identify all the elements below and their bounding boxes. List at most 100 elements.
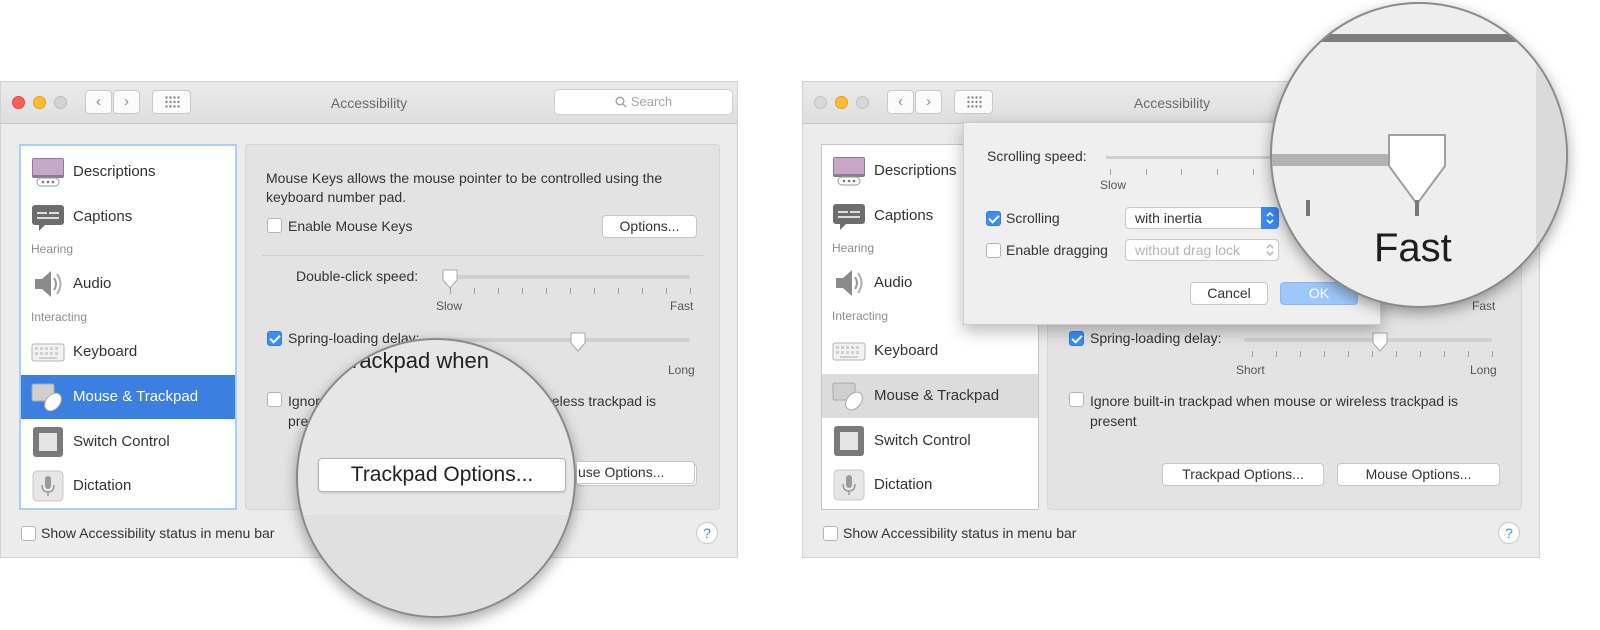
sidebar-item-captions[interactable]: Captions [21, 195, 235, 239]
tick-mark [1217, 169, 1219, 175]
mouse-options-button-partial[interactable]: use Options... [577, 461, 695, 484]
spring-loading-checkbox[interactable] [267, 331, 282, 346]
magnifier-right-edge [1536, 44, 1566, 306]
divider [262, 255, 703, 256]
tick-mark [1420, 351, 1421, 357]
tick-mark [690, 288, 691, 294]
scrolling-speed-slider[interactable] [1386, 132, 1448, 208]
enable-mouse-keys-label: Enable Mouse Keys [288, 218, 413, 234]
ignore-trackpad-checkbox[interactable] [267, 392, 282, 407]
help-button[interactable]: ? [1498, 522, 1520, 544]
sidebar-item-label: Descriptions [874, 162, 957, 179]
drag-lock-popup[interactable]: without drag lock [1125, 239, 1279, 261]
sidebar-item-dictation[interactable]: Dictation [21, 464, 235, 508]
captions-icon [32, 205, 64, 231]
sidebar-header-hearing: Hearing [832, 241, 875, 255]
popup-arrows [1261, 239, 1279, 261]
double-click-speed-label: Double-click speed: [296, 268, 419, 284]
zoom-window-button[interactable] [54, 96, 67, 109]
enable-dragging-checkbox[interactable] [986, 243, 1001, 258]
spring-loading-track [1244, 338, 1492, 342]
sidebar-item-descriptions[interactable]: Descriptions [21, 150, 235, 194]
scrolling-label: Scrolling [1006, 210, 1060, 226]
scrolling-inertia-popup[interactable]: with inertia [1125, 207, 1279, 229]
tick-mark [522, 288, 523, 294]
sidebar-item-label: Audio [874, 274, 913, 291]
close-window-button[interactable] [12, 96, 25, 109]
chevron-left-icon: ‹ [898, 93, 903, 110]
title-bar: ‹ › Accessibility Search [1, 82, 737, 124]
double-click-speed-slider[interactable] [442, 269, 458, 289]
sidebar-item-keyboard[interactable]: Keyboard [21, 330, 235, 374]
search-field[interactable]: Search [554, 89, 733, 115]
spring-loading-slider[interactable] [1372, 332, 1388, 352]
descriptions-icon [32, 158, 64, 187]
tick-mark [594, 288, 595, 294]
magnifier-trackpad-options: rackpad when Trackpad Options... [296, 338, 576, 618]
sidebar-item-mouse-trackpad[interactable]: Mouse & Trackpad [21, 375, 235, 419]
mouse-trackpad-icon [31, 383, 62, 412]
sidebar-header-interacting: Interacting [832, 309, 889, 323]
show-all-button[interactable] [152, 90, 191, 114]
magnifier-lower-area [298, 515, 574, 616]
sidebar-item-audio[interactable]: Audio [21, 262, 235, 306]
minimize-window-button[interactable] [835, 96, 848, 109]
sidebar-item-keyboard[interactable]: Keyboard [822, 329, 1038, 373]
search-placeholder: Search [630, 94, 673, 109]
spring-loading-long-label: Long [1470, 363, 1497, 377]
tick-mark [1324, 351, 1325, 357]
back-button[interactable]: ‹ [85, 90, 112, 114]
show-all-button[interactable] [954, 90, 993, 114]
tick-mark [1372, 351, 1373, 357]
spring-loading-slider[interactable] [570, 332, 586, 352]
chevron-left-icon: ‹ [96, 93, 101, 110]
tick-mark [1348, 351, 1349, 357]
cancel-button[interactable]: Cancel [1190, 282, 1268, 305]
magnifier-text: rackpad when [352, 348, 489, 373]
enable-mouse-keys-checkbox[interactable] [267, 218, 282, 233]
tick-mark [1252, 169, 1254, 175]
back-button[interactable]: ‹ [887, 90, 914, 114]
tick-mark [1444, 351, 1445, 357]
scrolling-checkbox[interactable] [986, 211, 1001, 226]
spring-loading-long-label: Long [668, 363, 695, 377]
help-button[interactable]: ? [696, 522, 718, 544]
close-window-button[interactable] [814, 96, 827, 109]
tick-mark [1276, 351, 1277, 357]
minimize-window-button[interactable] [33, 96, 46, 109]
trackpad-options-button[interactable]: Trackpad Options... [318, 458, 566, 492]
show-status-checkbox[interactable] [823, 526, 838, 541]
tick-mark [1300, 351, 1301, 357]
sidebar-header-interacting: Interacting [31, 310, 88, 324]
mouse-keys-options-button[interactable]: Options... [602, 215, 697, 238]
window-title: Accessibility [330, 95, 408, 111]
show-status-checkbox[interactable] [21, 526, 36, 541]
trackpad-options-button[interactable]: Trackpad Options... [1162, 463, 1324, 486]
sidebar-item-dictation[interactable]: Dictation [822, 463, 1038, 507]
spring-loading-checkbox[interactable] [1069, 331, 1084, 346]
tick-mark [546, 288, 547, 294]
scrolling-speed-slow-label: Slow [1100, 178, 1127, 192]
zoom-window-button[interactable] [856, 96, 869, 109]
show-status-label: Show Accessibility status in menu bar [41, 525, 275, 541]
tick-mark [498, 288, 499, 294]
descriptions-icon [833, 157, 865, 186]
sidebar-item-switch-control[interactable]: Switch Control [822, 419, 1038, 463]
forward-button[interactable]: › [113, 90, 140, 114]
ignore-trackpad-checkbox[interactable] [1069, 392, 1084, 407]
switch-control-icon [33, 427, 63, 457]
tick-mark [1306, 200, 1310, 216]
sidebar-item-label: Switch Control [73, 433, 170, 450]
spring-loading-track [442, 338, 690, 342]
forward-button[interactable]: › [915, 90, 942, 114]
mouse-options-button[interactable]: Mouse Options... [1337, 463, 1500, 486]
sidebar-item-mouse-trackpad[interactable]: Mouse & Trackpad [822, 374, 1038, 418]
window-title: Accessibility [1133, 95, 1211, 111]
tick-mark [570, 288, 571, 294]
tick-mark [1145, 169, 1147, 175]
tick-mark [450, 288, 451, 294]
sidebar-item-switch-control[interactable]: Switch Control [21, 420, 235, 464]
sidebar-item-label: Descriptions [73, 163, 156, 180]
sidebar-item-label: Mouse & Trackpad [73, 388, 199, 405]
tick-mark [1415, 200, 1419, 216]
